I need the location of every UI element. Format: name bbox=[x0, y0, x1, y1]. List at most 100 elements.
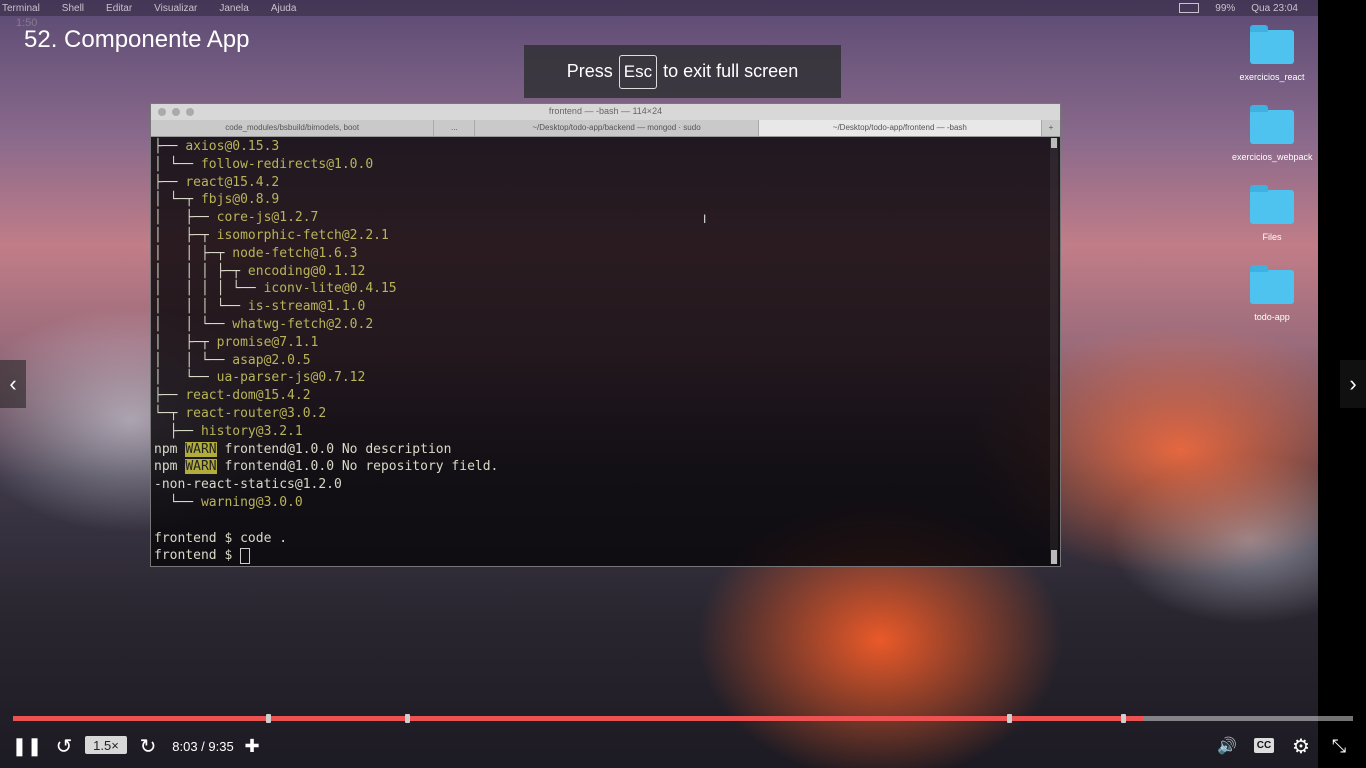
mac-menubar: Terminal Shell Editar Visualizar Janela Ajuda… bbox=[0, 0, 1318, 16]
terminal-line: │ ├─┬ promise@7.1.1 bbox=[154, 334, 1046, 352]
chapter-marker[interactable] bbox=[1006, 714, 1012, 723]
package-name: axios@0.15.3 bbox=[185, 139, 280, 154]
menubar-item[interactable]: Ajuda bbox=[271, 3, 297, 14]
package-name: history@3.2.1 bbox=[200, 423, 303, 439]
menubar-item[interactable]: Janela bbox=[219, 3, 248, 14]
terminal-line: ├── react@15.4.2 bbox=[154, 174, 1046, 192]
folder-icon bbox=[1250, 105, 1294, 144]
warn-badge: WARN bbox=[185, 459, 217, 475]
tree-branch: ├── bbox=[154, 423, 201, 439]
playback-speed-button[interactable]: 1.5× bbox=[85, 736, 127, 754]
exit-fullscreen-icon: ⤡ bbox=[1331, 735, 1347, 756]
terminal-tab[interactable]: code_modules/bsbuild/bimodels, boot bbox=[151, 120, 435, 136]
warn-text: frontend@1.0.0 No repository field. bbox=[216, 459, 499, 475]
tree-branch: └── bbox=[154, 494, 201, 510]
terminal-titlebar[interactable]: frontend — -bash — 114×24 bbox=[151, 104, 1060, 120]
tree-branch: └─┬ bbox=[154, 405, 186, 421]
desktop-folder-exercicios-react[interactable]: exercicios_react bbox=[1232, 25, 1312, 82]
desktop-icon-label: Files bbox=[1262, 232, 1282, 242]
package-name: promise@7.1.1 bbox=[216, 334, 319, 350]
cc-icon: CC bbox=[1256, 740, 1272, 751]
rewind-icon: ↺ bbox=[55, 735, 73, 758]
video-progress-bar[interactable] bbox=[13, 714, 1353, 723]
package-name: is-stream@1.1.0 bbox=[247, 299, 366, 315]
package-name: asap@2.0.5 bbox=[232, 352, 311, 368]
terminal-scrollbar[interactable] bbox=[1050, 138, 1058, 564]
menubar-clock: Qua 23:04 bbox=[1251, 2, 1298, 14]
scrollbar-thumb-bottom[interactable] bbox=[1051, 550, 1057, 564]
terminal-window[interactable]: frontend — -bash — 114×24 code_modules/b… bbox=[150, 103, 1061, 567]
tree-branch: │ │ ├─┬ bbox=[154, 245, 233, 261]
desktop-folder-todo-app[interactable]: todo-app bbox=[1232, 265, 1312, 322]
new-tab-button[interactable]: + bbox=[1042, 120, 1060, 136]
hint-text-before: Press bbox=[566, 61, 613, 81]
add-bookmark-button[interactable]: ✚ bbox=[240, 728, 264, 764]
terminal-line: npm WARN frontend@1.0.0 No description bbox=[154, 441, 1046, 459]
settings-button[interactable]: ⚙ bbox=[1288, 728, 1314, 764]
chapter-marker[interactable] bbox=[1120, 714, 1126, 723]
terminal-line: -non-react-statics@1.2.0 bbox=[154, 476, 1046, 494]
pause-button[interactable]: ❚❚ bbox=[11, 728, 43, 764]
tree-branch: │ │ │ │ └── bbox=[154, 281, 264, 297]
next-lecture-button[interactable]: › bbox=[1340, 360, 1366, 408]
menubar-item[interactable]: Shell bbox=[62, 3, 84, 14]
package-name: node-fetch@1.6.3 bbox=[232, 245, 358, 261]
chapter-marker[interactable] bbox=[404, 714, 410, 723]
desktop-folder-files[interactable]: Files bbox=[1232, 185, 1312, 242]
package-name: ua-parser-js@0.7.12 bbox=[216, 370, 366, 386]
captions-button[interactable]: CC bbox=[1254, 738, 1274, 753]
shell-prompt: frontend $ code . bbox=[154, 530, 288, 546]
package-name: iconv-lite@0.4.15 bbox=[263, 281, 397, 297]
terminal-tab[interactable]: ~/Desktop/todo-app/backend — mongod · su… bbox=[475, 120, 759, 136]
warn-text: frontend@1.0.0 No description bbox=[216, 441, 452, 457]
forward-button[interactable]: ↻ bbox=[136, 728, 160, 764]
menubar-item[interactable]: Terminal bbox=[2, 3, 40, 14]
tree-branch: │ └── bbox=[154, 156, 201, 172]
desktop-folder-exercicios-webpack[interactable]: exercicios_webpack bbox=[1232, 105, 1313, 162]
battery-percent: 99% bbox=[1215, 2, 1236, 14]
folder-icon bbox=[1250, 265, 1294, 304]
tree-branch: │ │ └── bbox=[154, 316, 233, 332]
rewind-button[interactable]: ↺ bbox=[52, 728, 76, 764]
tree-branch: │ └── bbox=[154, 370, 217, 386]
npm-prefix: npm bbox=[154, 459, 186, 475]
terminal-output[interactable]: ├── axios@0.15.3 │ └── follow-redirects@1… bbox=[154, 138, 1046, 566]
terminal-line: │ │ ├─┬ node-fetch@1.6.3 bbox=[154, 245, 1046, 263]
terminal-line: frontend $ bbox=[154, 547, 1046, 565]
scrollbar-thumb[interactable] bbox=[1051, 138, 1057, 148]
package-name: core-js@1.2.7 bbox=[216, 210, 319, 226]
pause-icon: ❚❚ bbox=[11, 735, 43, 756]
tree-branch: │ │ │ └── bbox=[154, 299, 248, 315]
tree-branch: ├── bbox=[154, 388, 186, 404]
tree-branch: ├── bbox=[154, 139, 186, 154]
terminal-tab-active[interactable]: ~/Desktop/todo-app/frontend — -bash bbox=[758, 120, 1042, 136]
terminal-line: │ │ │ ├─┬ encoding@0.1.12 bbox=[154, 263, 1046, 281]
terminal-line: │ ├─┬ isomorphic-fetch@2.2.1 bbox=[154, 227, 1046, 245]
tree-branch: │ │ │ ├─┬ bbox=[154, 263, 248, 279]
menubar-item[interactable]: Visualizar bbox=[154, 3, 197, 14]
chapter-marker[interactable] bbox=[265, 714, 271, 723]
previous-lecture-button[interactable]: ‹ bbox=[0, 360, 26, 408]
progress-fill bbox=[13, 716, 1143, 721]
tree-branch: ├── bbox=[154, 174, 186, 190]
terminal-line: frontend $ code . bbox=[154, 530, 1046, 548]
chevron-left-icon: ‹ bbox=[9, 371, 17, 396]
package-name: fbjs@0.8.9 bbox=[200, 192, 280, 208]
battery-icon bbox=[1179, 2, 1200, 13]
terminal-line: │ └─┬ fbjs@0.8.9 bbox=[154, 191, 1046, 209]
terminal-line: ├── axios@0.15.3 bbox=[154, 138, 1046, 156]
terminal-line: │ └── follow-redirects@1.0.0 bbox=[154, 156, 1046, 174]
package-name: whatwg-fetch@2.0.2 bbox=[232, 316, 374, 332]
terminal-title: frontend — -bash — 114×24 bbox=[548, 106, 663, 116]
fullscreen-hint-toast: Press Esc to exit full screen bbox=[524, 45, 841, 98]
text-cursor-icon: I bbox=[703, 212, 707, 226]
package-name: react-dom@15.4.2 bbox=[185, 388, 311, 404]
menubar-item[interactable]: Editar bbox=[106, 3, 132, 14]
terminal-tab-overflow[interactable]: ... bbox=[434, 120, 476, 136]
volume-button[interactable]: 🔊 bbox=[1214, 728, 1240, 764]
terminal-line: │ │ │ │ └── iconv-lite@0.4.15 bbox=[154, 280, 1046, 298]
exit-fullscreen-button[interactable]: ⤡ bbox=[1326, 728, 1352, 764]
desktop-icon-label: exercicios_react bbox=[1239, 72, 1305, 82]
package-name: follow-redirects@1.0.0 bbox=[200, 156, 374, 172]
